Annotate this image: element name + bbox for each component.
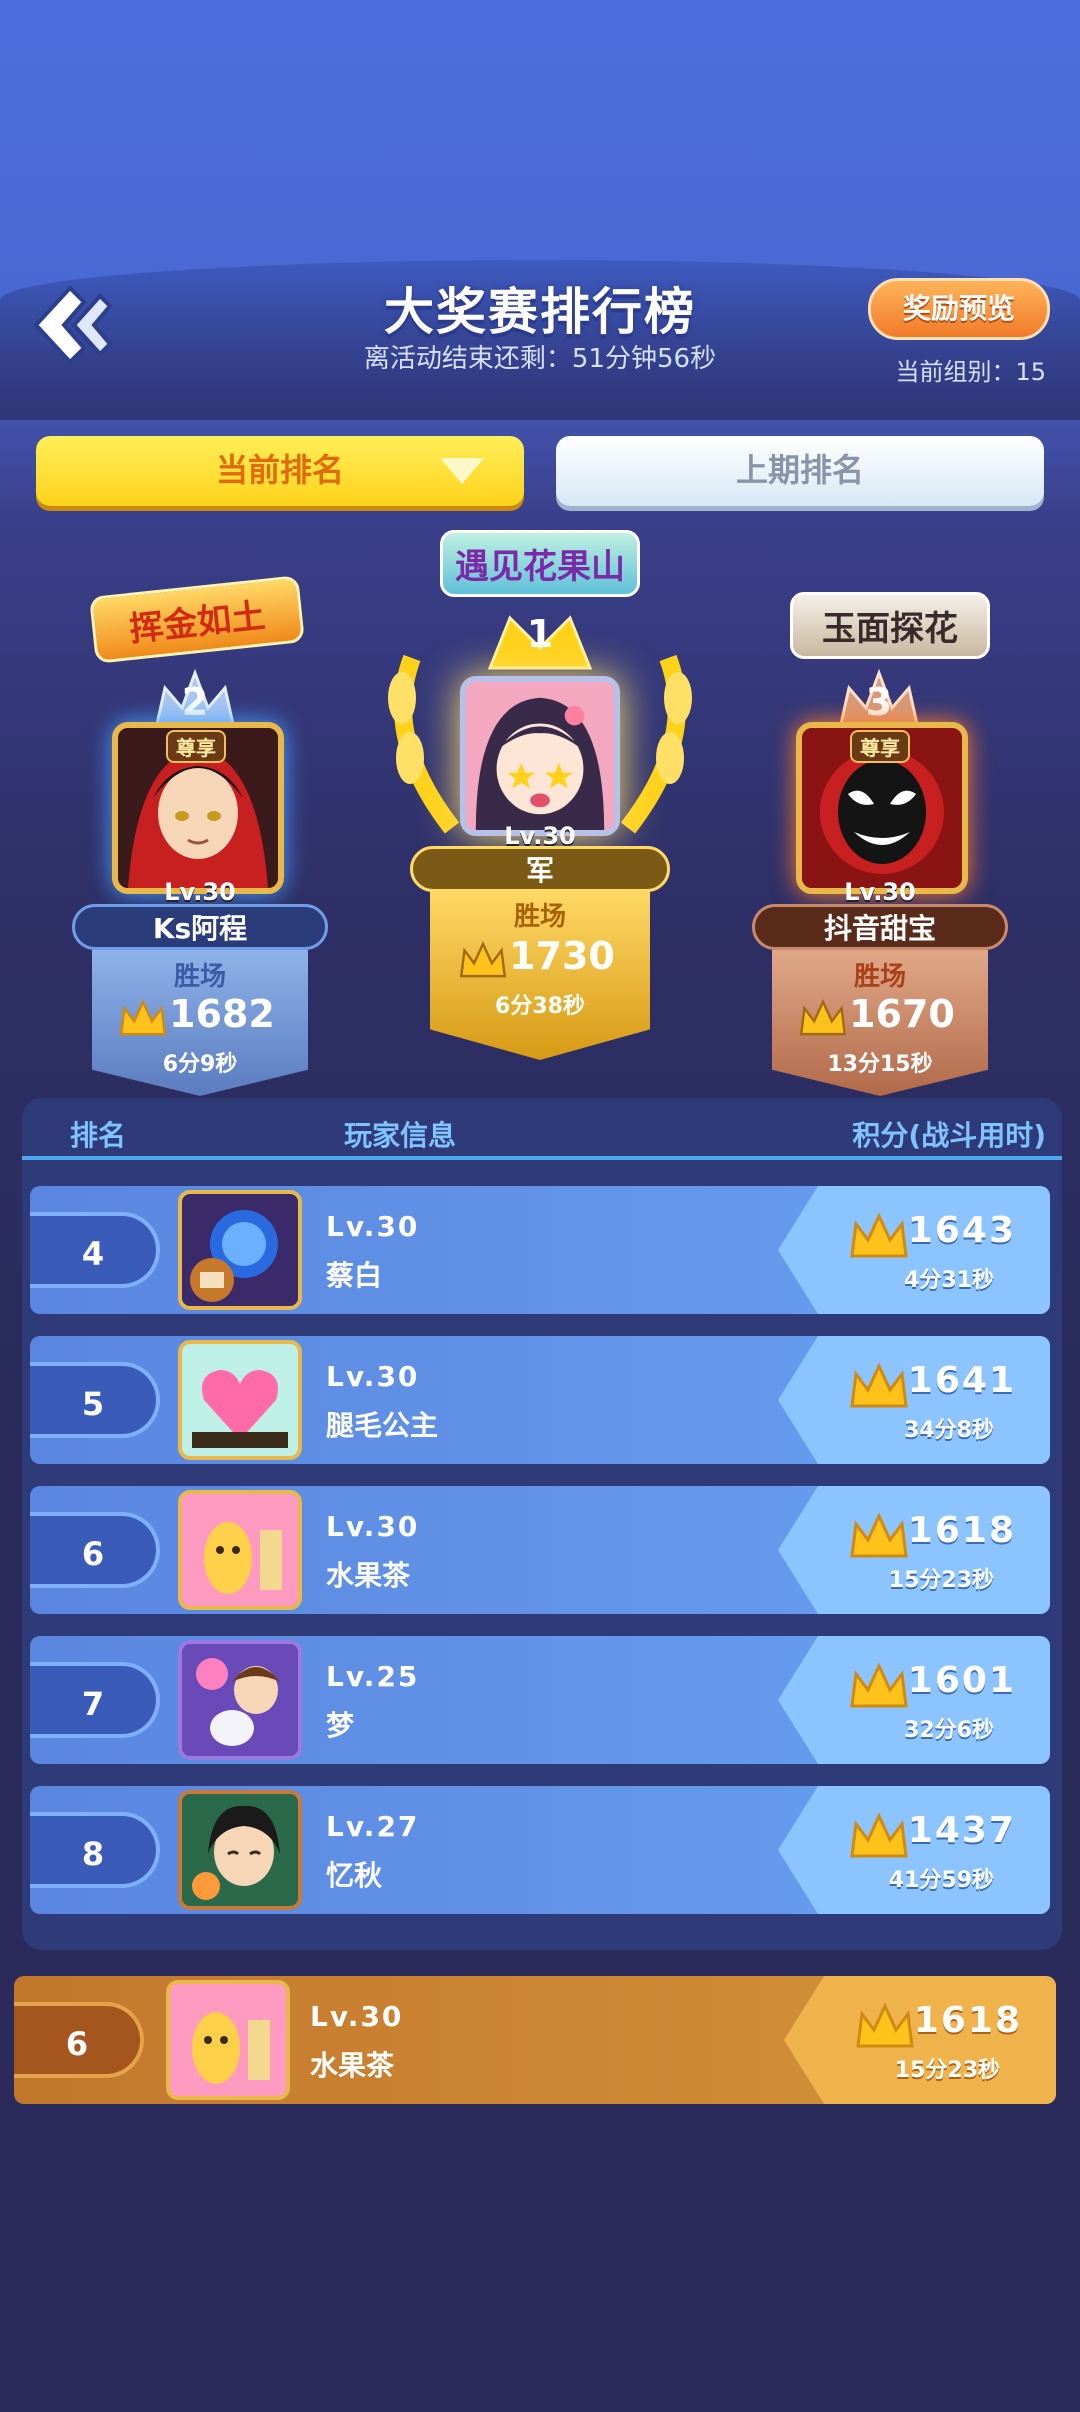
wins-label-second: 胜场 [173,962,226,992]
level-third: Lv.30 [844,878,916,906]
player-score: 1641 [907,1360,1016,1401]
avatar-image [182,1644,298,1756]
rank-badge: 7 [30,1662,160,1738]
avatar [178,1790,302,1910]
crown-icon [799,998,847,1036]
wins-label-third: 胜场 [853,962,906,992]
player-name: 蔡白 [326,1259,383,1292]
player-name: 水果茶 [310,2049,395,2082]
avatar-image [170,1984,286,2096]
reward-preview-button[interactable]: 奖励预览 [868,278,1050,340]
header-divider [22,1156,1062,1160]
crown-icon [850,1812,908,1858]
title-badge-third: 玉面探花 [790,592,990,659]
player-score: 1601 [907,1660,1016,1701]
player-score: 1437 [907,1810,1016,1851]
time-third: 13分15秒 [827,1052,933,1077]
wins-label-first: 胜场 [513,902,566,932]
crown-icon [856,2002,914,2048]
crown-icon [119,998,167,1036]
avatar [178,1640,302,1760]
header-rank: 排名 [70,1119,127,1152]
player-level: Lv.27 [326,1810,420,1843]
my-rank-row[interactable]: 6 Lv.30 水果茶 1618 15分23秒 [14,1976,1056,2104]
header-player-info: 玩家信息 [344,1119,457,1152]
player-level: Lv.30 [326,1360,420,1393]
avatar [178,1190,302,1310]
table-row[interactable]: 8 Lv.27 忆秋 1437 41分59秒 [30,1786,1050,1914]
plate-first: 胜场 1730 6分38秒 [430,890,650,1060]
exclusive-tag-second: 尊享 [166,730,226,763]
tab-current-ranking[interactable]: 当前排名 [36,436,524,506]
tab-current-label: 当前排名 [215,451,344,489]
battle-time: 4分31秒 [904,1268,994,1293]
battle-time: 32分6秒 [904,1718,994,1743]
table-row[interactable]: 4 Lv.30 蔡白 1643 4分31秒 [30,1186,1050,1314]
title-badge-second: 挥金如土 [89,575,305,664]
title-badge-first: 遇见花果山 [440,530,640,597]
name-first: 军 [410,846,670,892]
player-name: 梦 [326,1709,355,1742]
time-second: 6分9秒 [162,1052,238,1077]
avatar-image [182,1494,298,1606]
rank-badge: 4 [30,1212,160,1288]
player-level: Lv.30 [326,1210,420,1243]
battle-time: 41分59秒 [888,1868,994,1893]
avatar-image [182,1794,298,1906]
group-label: 当前组别：15 [895,358,1046,386]
player-score: 1643 [907,1210,1016,1251]
battle-time: 15分23秒 [888,1568,994,1593]
rank-number-first: 1 [526,612,554,656]
name-third: 抖音甜宝 [752,904,1008,950]
crown-icon [850,1362,908,1408]
header-score: 积分(战斗用时) [852,1119,1046,1152]
level-second: Lv.30 [164,878,236,906]
table-row[interactable]: 6 Lv.30 水果茶 1618 15分23秒 [30,1486,1050,1614]
player-name: 水果茶 [326,1559,411,1592]
crown-icon [850,1512,908,1558]
rank-badge: 8 [30,1812,160,1888]
exclusive-tag-third: 尊享 [850,730,910,763]
name-second: Ks阿程 [72,904,328,950]
dropdown-arrow-icon[interactable] [440,458,484,484]
battle-time: 15分23秒 [894,2058,1000,2083]
rank-number-second: 2 [181,680,209,724]
crown-icon [459,940,507,978]
avatar-image [182,1344,298,1456]
rank-number-third: 3 [865,680,893,724]
rank-badge: 6 [14,2002,144,2078]
player-level: Lv.25 [326,1660,420,1693]
avatar [178,1340,302,1460]
avatar [166,1980,290,2100]
avatar-first [460,676,620,836]
player-level: Lv.30 [310,2000,404,2033]
player-name: 忆秋 [326,1859,383,1892]
table-row[interactable]: 5 Lv.30 腿毛公主 1641 34分8秒 [30,1336,1050,1464]
crown-icon [850,1212,908,1258]
crown-icon [850,1662,908,1708]
plate-second: 胜场 1682 6分9秒 [92,950,308,1096]
battle-time: 34分8秒 [904,1418,994,1443]
player-level: Lv.30 [326,1510,420,1543]
avatar [178,1490,302,1610]
table-row[interactable]: 7 Lv.25 梦 1601 32分6秒 [30,1636,1050,1764]
tab-previous-ranking[interactable]: 上期排名 [556,436,1044,506]
avatar-image [182,1194,298,1306]
time-first: 6分38秒 [495,994,585,1019]
player-score: 1618 [907,1510,1016,1551]
avatar-image [466,682,614,830]
rank-badge: 5 [30,1362,160,1438]
rank-badge: 6 [30,1512,160,1588]
plate-third: 胜场 1670 13分15秒 [772,950,988,1096]
player-score: 1618 [913,2000,1022,2041]
player-name: 腿毛公主 [326,1409,439,1442]
